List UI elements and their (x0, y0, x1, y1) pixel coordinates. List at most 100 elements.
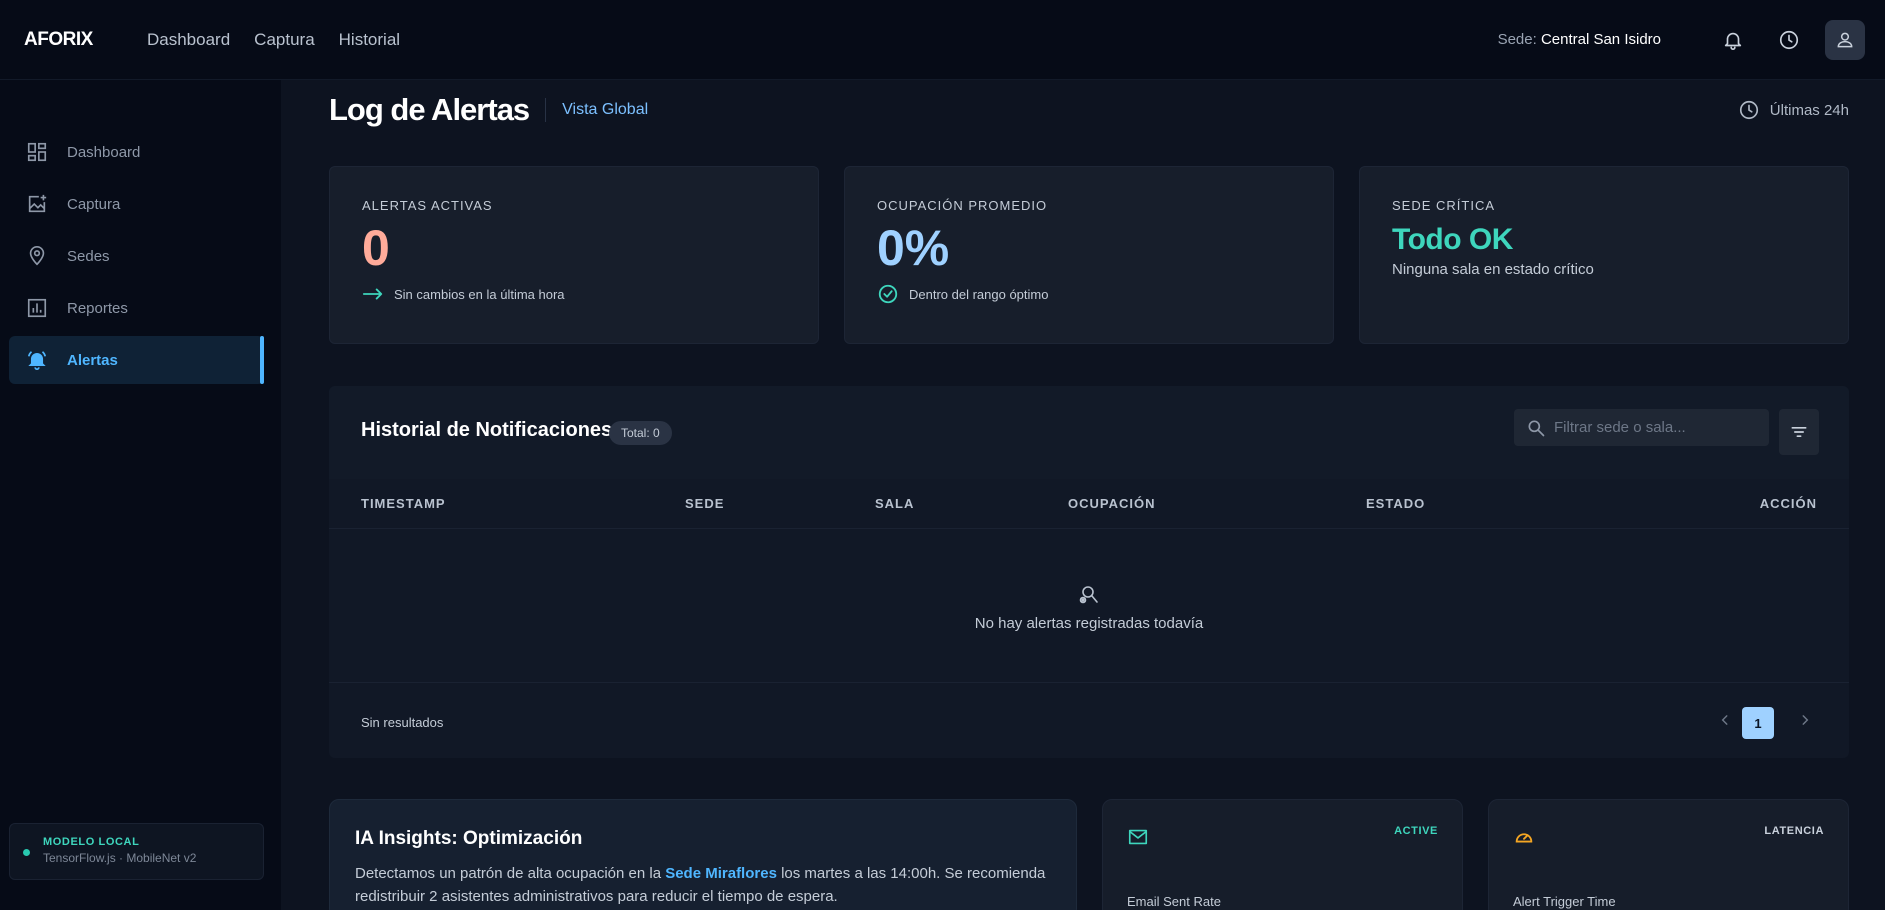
sidebar: Dashboard Captura Sedes Reportes Alertas… (0, 80, 281, 910)
search-off-icon (1079, 586, 1098, 604)
stat-value: Todo OK (1392, 223, 1513, 256)
empty-state-text: No hay alertas registradas todavía (974, 615, 1204, 632)
person-icon (1837, 32, 1853, 47)
search-icon (1528, 420, 1545, 436)
history-button[interactable] (1769, 20, 1809, 60)
nav-historial[interactable]: Historial (339, 30, 400, 50)
sidebar-item-dashboard[interactable]: Dashboard (9, 128, 264, 176)
nav-captura[interactable]: Captura (254, 30, 314, 50)
filter-icon (1791, 427, 1807, 437)
panel-header: Historial de Notificaciones Total: 0 (329, 386, 1849, 479)
column-estado[interactable]: ESTADO (1366, 496, 1425, 511)
stat-card-occupancy: OCUPACIÓN PROMEDIO 0% Dentro del rango ó… (844, 166, 1334, 344)
sidebar-item-captura[interactable]: Captura (9, 180, 264, 228)
insight-highlight[interactable]: Sede Miraflores (665, 865, 777, 882)
mail-icon (1128, 829, 1148, 845)
card-label: Email Sent Rate (1127, 894, 1221, 909)
check-circle-icon (878, 284, 898, 304)
add-photo-icon (28, 194, 47, 213)
model-title: MODELO LOCAL (43, 836, 140, 848)
stat-value: 0% (877, 220, 950, 276)
arrow-right-icon (362, 288, 383, 300)
latency-card: LATENCIA Alert Trigger Time (1488, 799, 1849, 910)
search-input[interactable] (1554, 419, 1764, 436)
sidebar-item-label: Alertas (67, 351, 118, 369)
notifications-button[interactable] (1713, 20, 1753, 60)
column-ocupacion[interactable]: OCUPACIÓN (1068, 496, 1155, 511)
sede-name: Central San Isidro (1540, 31, 1661, 48)
sidebar-item-label: Reportes (67, 299, 128, 317)
stat-note-text: Sin cambios en la última hora (394, 286, 565, 302)
time-range-selector[interactable]: Últimas 24h (1738, 99, 1849, 121)
sidebar-item-label: Dashboard (67, 143, 141, 161)
clock-icon (1779, 30, 1799, 49)
insight-text: Detectamos un patrón de alta ocupación e… (355, 862, 1051, 908)
stat-label: SEDE CRÍTICA (1392, 198, 1496, 213)
stat-note-text: Dentro del rango óptimo (909, 286, 1049, 302)
chevron-left-icon (1721, 715, 1728, 725)
card-label: Alert Trigger Time (1513, 894, 1616, 909)
sidebar-item-sedes[interactable]: Sedes (9, 232, 264, 280)
email-rate-card: ACTIVE Email Sent Rate (1102, 799, 1463, 910)
insight-title: IA Insights: Optimización (355, 828, 583, 849)
clock-icon (1739, 100, 1758, 120)
bar-chart-icon (27, 298, 47, 318)
page-number-button[interactable]: 1 (1742, 707, 1774, 739)
model-status-dot (23, 849, 30, 856)
app-logo[interactable]: AFORIX (24, 29, 147, 51)
latency-badge: LATENCIA (1764, 825, 1824, 837)
dashboard-icon (27, 142, 47, 162)
chevron-right-icon (1802, 715, 1809, 725)
table-footer: Sin resultados 1 (329, 683, 1849, 758)
status-badge: ACTIVE (1394, 825, 1438, 837)
nav-dashboard[interactable]: Dashboard (147, 30, 230, 50)
stat-label: OCUPACIÓN PROMEDIO (877, 198, 1048, 213)
stat-card-critical-sede: SEDE CRÍTICA Todo OK Ninguna sala en est… (1359, 166, 1849, 344)
next-page-button[interactable] (1792, 707, 1818, 733)
empty-state: No hay alertas registradas todavía (329, 529, 1849, 683)
stat-card-active-alerts: ALERTAS ACTIVAS 0 Sin cambios en la últi… (329, 166, 819, 344)
page-subtitle: Vista Global (562, 101, 649, 118)
bell-icon (1724, 32, 1742, 50)
time-range-label: Últimas 24h (1769, 101, 1849, 119)
ai-insights-card: IA Insights: Optimización Detectamos un … (329, 799, 1077, 910)
insight-text-before: Detectamos un patrón de alta ocupación e… (355, 865, 666, 882)
search-box (1514, 409, 1769, 446)
location-pin-icon (29, 246, 45, 266)
notification-history-panel: Historial de Notificaciones Total: 0 TIM… (329, 386, 1849, 758)
page-header: Log de Alertas Vista Global Últimas 24h (329, 88, 1849, 132)
model-status-box: MODELO LOCAL TensorFlow.js · MobileNet v… (9, 823, 264, 880)
column-sala[interactable]: SALA (875, 496, 914, 511)
stat-value: 0 (362, 220, 390, 276)
sidebar-item-label: Sedes (67, 247, 110, 265)
speedometer-icon (1515, 833, 1533, 843)
table-header: TIMESTAMP SEDE SALA OCUPACIÓN ESTADO ACC… (329, 479, 1849, 529)
page-title: Log de Alertas (329, 92, 530, 127)
stat-note-text: Ninguna sala en estado crítico (1392, 261, 1594, 278)
column-timestamp[interactable]: TIMESTAMP (361, 496, 446, 511)
stat-note: Dentro del rango óptimo (877, 283, 1333, 305)
column-accion[interactable]: ACCIÓN (1760, 496, 1817, 511)
prev-page-button[interactable] (1712, 707, 1738, 733)
results-text: Sin resultados (361, 715, 444, 730)
stat-label: ALERTAS ACTIVAS (362, 198, 493, 213)
column-sede[interactable]: SEDE (685, 496, 724, 511)
top-bar: AFORIX Dashboard Captura Historial Sede:… (0, 0, 1885, 80)
sidebar-item-alertas[interactable]: Alertas (9, 336, 264, 384)
top-nav: Dashboard Captura Historial (147, 30, 400, 50)
current-sede: Sede: Central San Isidro (1498, 31, 1661, 48)
top-right-group: Sede: Central San Isidro (1498, 19, 1865, 60)
main-content: Log de Alertas Vista Global Últimas 24h … (281, 80, 1885, 910)
sidebar-item-label: Captura (67, 195, 121, 213)
model-subtitle: TensorFlow.js · MobileNet v2 (43, 851, 197, 865)
title-divider (545, 98, 547, 122)
alarm-bell-icon (27, 351, 47, 370)
sede-prefix: Sede: (1497, 31, 1537, 48)
filter-button[interactable] (1779, 409, 1819, 455)
user-avatar-button[interactable] (1825, 19, 1865, 60)
stat-note: Sin cambios en la última hora (362, 283, 818, 305)
total-badge: Total: 0 (609, 421, 672, 445)
panel-title: Historial de Notificaciones (361, 419, 613, 441)
sidebar-item-reportes[interactable]: Reportes (9, 284, 264, 332)
sidebar-nav: Dashboard Captura Sedes Reportes Alertas (9, 128, 264, 388)
